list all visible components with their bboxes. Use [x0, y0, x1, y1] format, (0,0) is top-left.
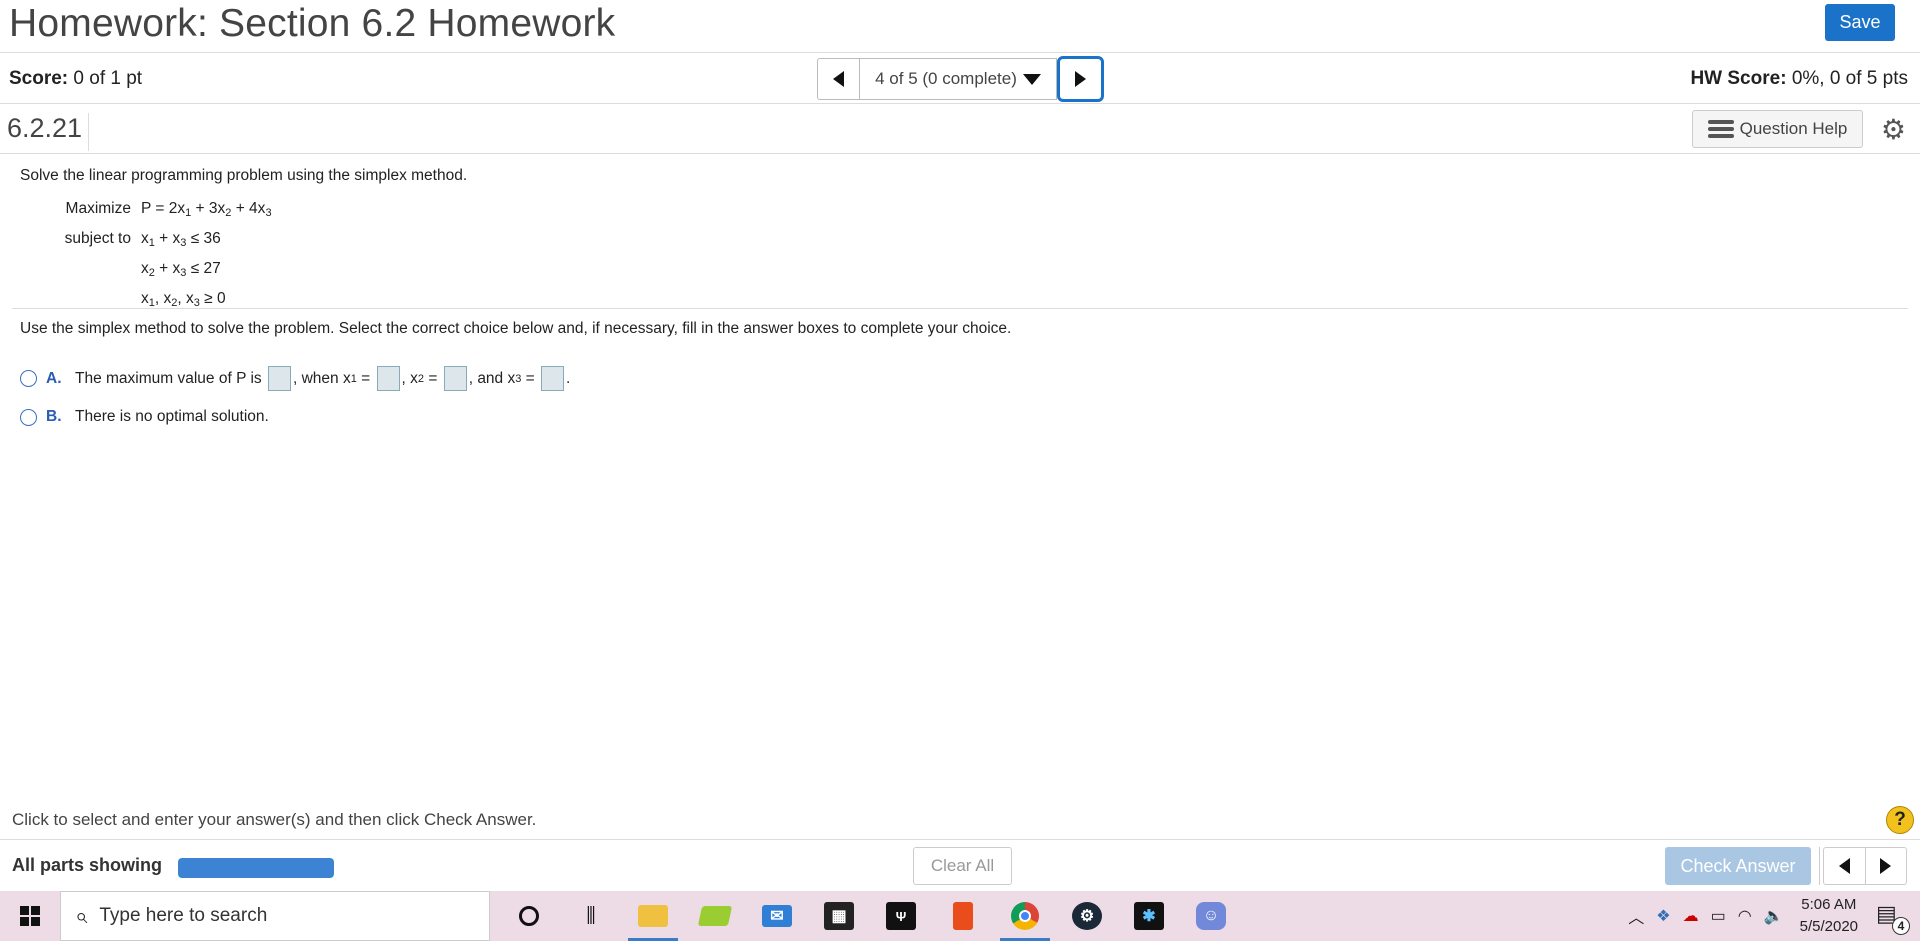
subject-to-label: subject to — [64, 230, 131, 247]
question-navigator: 4 of 5 (0 complete) — [817, 56, 1104, 102]
task-view-icon[interactable]: ⫼ — [560, 891, 622, 941]
question-select-dropdown[interactable]: 4 of 5 (0 complete) — [859, 58, 1057, 100]
network-error-icon[interactable]: ☁ — [1683, 906, 1699, 926]
check-answer-button[interactable]: Check Answer — [1665, 847, 1811, 885]
hw-score-label: HW Score: — [1690, 68, 1787, 89]
constraint-2: x2 + x3 ≤ 27 — [141, 260, 221, 279]
taskbar-search-box[interactable]: ⌕ Type here to search — [60, 891, 490, 941]
choice-b-letter: B. — [46, 408, 62, 425]
search-placeholder: Type here to search — [99, 905, 268, 926]
question-select-value: 4 of 5 (0 complete) — [875, 69, 1017, 88]
progress-fill — [178, 858, 334, 878]
question-score: Score: 0 of 1 pt — [9, 68, 142, 90]
max-p-input[interactable] — [267, 366, 291, 391]
score-value: 0 of 1 pt — [73, 68, 143, 89]
wifi-icon[interactable]: ◠ — [1738, 906, 1752, 926]
arrow-right-icon — [1075, 71, 1086, 87]
predator-sense-icon[interactable]: Ψ — [870, 891, 932, 941]
choice-a[interactable]: A. The maximum value of P is , when x1 =… — [20, 366, 570, 391]
battery-icon[interactable]: ▭ — [1711, 906, 1726, 926]
battlenet-icon[interactable]: ✱ — [1118, 891, 1180, 941]
windows-logo-icon — [20, 906, 40, 926]
x3-input[interactable] — [541, 366, 565, 391]
parts-progress-bar — [178, 858, 334, 878]
maximize-label: Maximize — [65, 200, 131, 217]
cortana-icon[interactable] — [498, 891, 560, 941]
question-id: 6.2.21 — [7, 113, 90, 151]
instructions: Use the simplex method to solve the prob… — [20, 320, 1012, 337]
constraint-1: x1 + x3 ≤ 36 — [141, 230, 221, 249]
divider — [1819, 847, 1820, 885]
page-title: Homework: Section 6.2 Homework — [9, 2, 616, 45]
x2-input[interactable] — [443, 366, 467, 391]
help-question-icon[interactable]: ? — [1886, 806, 1914, 834]
system-tray: ︿ ❖ ☁ ▭ ◠ 🔈 5:06 AM 5/5/2020 ▤ 4 — [1622, 891, 1920, 941]
office-icon[interactable] — [932, 891, 994, 941]
question-help-button[interactable]: Question Help — [1692, 110, 1863, 148]
next-question-button[interactable] — [1057, 56, 1104, 102]
gear-icon[interactable]: ⚙ — [1881, 116, 1906, 144]
nonnegativity-constraint: x1, x2, x3 ≥ 0 — [141, 290, 226, 309]
footer-question-nav — [1823, 847, 1907, 885]
choice-a-text: The maximum value of P is , when x1 = , … — [75, 366, 570, 391]
hw-score: HW Score: 0%, 0 of 5 pts — [1690, 68, 1908, 90]
lp-problem: Maximize P = 2x1 + 3x2 + 4x3 subject to … — [40, 196, 272, 316]
hw-score-value: 0%, 0 of 5 pts — [1791, 68, 1908, 89]
question-id-bar: 6.2.21 Question Help ⚙ — [0, 105, 1920, 154]
file-explorer-icon[interactable] — [622, 891, 684, 941]
clock-date: 5/5/2020 — [1799, 918, 1858, 935]
score-bar: Score: 0 of 1 pt 4 of 5 (0 complete) HW … — [0, 54, 1920, 104]
notification-count-badge: 4 — [1892, 917, 1910, 935]
choice-b[interactable]: B. There is no optimal solution. — [20, 408, 269, 426]
action-center-icon[interactable]: ▤ 4 — [1876, 901, 1910, 935]
clock-time: 5:06 AM — [1801, 896, 1857, 913]
windows-taskbar: ⌕ Type here to search ⫼ ✉ ▦ Ψ ⚙ ✱ ☺ ︿ ❖ … — [0, 891, 1920, 941]
taskbar-apps: ⫼ ✉ ▦ Ψ ⚙ ✱ ☺ — [498, 891, 1242, 941]
search-icon: ⌕ — [75, 903, 88, 928]
x1-input[interactable] — [376, 366, 400, 391]
volume-icon[interactable]: 🔈 — [1764, 906, 1784, 926]
start-button[interactable] — [0, 891, 60, 941]
caret-down-icon — [1022, 73, 1041, 85]
clear-all-button[interactable]: Clear All — [913, 847, 1012, 885]
title-bar: Homework: Section 6.2 Homework Save — [0, 0, 1920, 53]
show-hidden-icons-chevron-icon[interactable]: ︿ — [1628, 904, 1644, 928]
objective-function: P = 2x1 + 3x2 + 4x3 — [141, 200, 272, 219]
steam-icon[interactable]: ⚙ — [1056, 891, 1118, 941]
list-icon — [1707, 119, 1734, 139]
footer-previous-button[interactable] — [1824, 848, 1866, 884]
app-window: Homework: Section 6.2 Homework Save Scor… — [0, 0, 1920, 941]
footer-bar: All parts showing Clear All Check Answer — [0, 839, 1920, 891]
arrow-left-icon — [833, 71, 844, 87]
store-icon[interactable]: ▦ — [808, 891, 870, 941]
choice-a-letter: A. — [46, 369, 62, 387]
arrow-right-icon — [1880, 858, 1892, 874]
chrome-icon[interactable] — [994, 891, 1056, 941]
answer-hint: Click to select and enter your answer(s)… — [12, 810, 537, 829]
footer-next-button[interactable] — [1866, 848, 1907, 884]
mail-icon[interactable]: ✉ — [746, 891, 808, 941]
divider — [12, 308, 1908, 309]
question-prompt: Solve the linear programming problem usi… — [20, 167, 468, 184]
question-help-label: Question Help — [1739, 119, 1848, 138]
choice-b-radio[interactable] — [20, 408, 37, 426]
choice-b-text: There is no optimal solution. — [75, 408, 269, 425]
arrow-left-icon — [1838, 858, 1850, 874]
taskbar-clock[interactable]: 5:06 AM 5/5/2020 — [1800, 894, 1858, 938]
save-button[interactable]: Save — [1825, 4, 1895, 41]
sticky-notes-icon[interactable] — [684, 891, 746, 941]
bluetooth-icon[interactable]: ❖ — [1656, 906, 1670, 926]
all-parts-label: All parts showing — [12, 855, 163, 875]
previous-question-button[interactable] — [817, 58, 859, 100]
discord-icon[interactable]: ☺ — [1180, 891, 1242, 941]
choice-a-radio[interactable] — [20, 370, 37, 387]
score-label: Score: — [9, 68, 69, 89]
